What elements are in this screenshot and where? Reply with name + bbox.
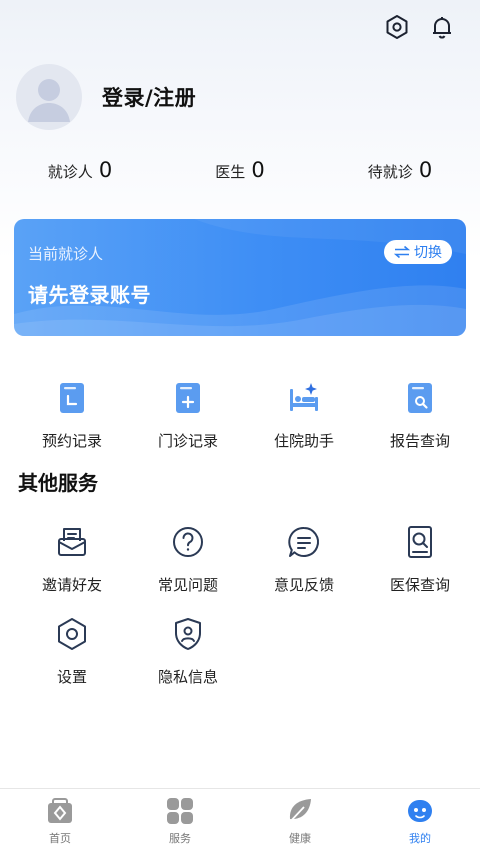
hospital-bed-icon <box>286 380 322 416</box>
faq-button[interactable]: 常见问题 <box>132 524 244 595</box>
stat-label: 就诊人 <box>47 163 93 181</box>
settings-icon <box>54 616 90 652</box>
grid-label: 医保查询 <box>389 576 450 594</box>
invite-friends-button[interactable]: 邀请好友 <box>16 524 128 595</box>
quick-actions-grid: 预约记录 门诊记录 住院助手 报告查询 <box>0 380 480 451</box>
feedback-chat-icon <box>286 524 322 560</box>
swap-arrows-icon <box>394 245 410 259</box>
medical-insurance-query-button[interactable]: 医保查询 <box>364 524 476 595</box>
grid-label: 意见反馈 <box>273 576 334 594</box>
bottom-tab-bar: 首页 服务 健康 我的 <box>0 788 480 854</box>
grid-label: 住院助手 <box>273 432 334 450</box>
invite-mail-icon <box>54 524 90 560</box>
insurance-search-icon <box>402 524 438 560</box>
stat-patients[interactable]: 就诊人 0 <box>0 158 160 190</box>
tab-label: 我的 <box>409 832 431 845</box>
other-services-row-2: 设置 隐私信息 <box>0 616 480 687</box>
services-grid-icon <box>167 798 193 824</box>
outpatient-record-button[interactable]: 门诊记录 <box>132 380 244 451</box>
privacy-shield-icon <box>170 616 206 652</box>
settings-icon[interactable] <box>382 12 412 42</box>
grid-label: 设置 <box>56 668 87 686</box>
stat-value: 0 <box>418 158 433 182</box>
grid-label: 邀请好友 <box>41 576 102 594</box>
tab-label: 首页 <box>49 832 71 845</box>
tab-home[interactable]: 首页 <box>0 789 120 854</box>
grid-label: 隐私信息 <box>157 668 218 686</box>
grid-label: 报告查询 <box>389 432 450 450</box>
report-search-icon <box>402 380 438 416</box>
question-icon <box>170 524 206 560</box>
bell-icon[interactable] <box>427 12 457 42</box>
stat-doctors[interactable]: 医生 0 <box>160 158 320 190</box>
outpatient-record-icon <box>170 380 206 416</box>
tab-label: 健康 <box>289 832 311 845</box>
appointment-record-button[interactable]: 预约记录 <box>16 380 128 451</box>
profile-face-icon <box>408 800 432 822</box>
grid-label: 预约记录 <box>41 432 102 450</box>
tab-services[interactable]: 服务 <box>120 789 240 854</box>
stat-value: 0 <box>98 158 113 182</box>
hospital-assistant-button[interactable]: 住院助手 <box>248 380 360 451</box>
settings-button[interactable]: 设置 <box>16 616 128 687</box>
card-title: 请先登录账号 <box>28 283 151 307</box>
appointment-record-icon <box>54 380 90 416</box>
other-services-row-1: 邀请好友 常见问题 意见反馈 医保查询 <box>0 524 480 595</box>
tab-mine[interactable]: 我的 <box>360 789 480 854</box>
stats-row: 就诊人 0 医生 0 待就诊 0 <box>0 158 480 190</box>
grid-label: 门诊记录 <box>157 432 218 450</box>
stat-pending-visits[interactable]: 待就诊 0 <box>320 158 480 190</box>
card-wave-decoration <box>14 219 466 336</box>
card-subtitle: 当前就诊人 <box>28 245 104 263</box>
profile-page: 登录/注册 就诊人 0 医生 0 待就诊 0 当前就诊人 请先登录账号 切换 预… <box>0 0 480 854</box>
privacy-info-button[interactable]: 隐私信息 <box>132 616 244 687</box>
health-leaf-icon <box>287 799 311 825</box>
report-query-button[interactable]: 报告查询 <box>364 380 476 451</box>
tab-label: 服务 <box>169 832 191 845</box>
login-register-link[interactable]: 登录/注册 <box>102 82 196 112</box>
stat-label: 医生 <box>215 163 246 181</box>
grid-label: 常见问题 <box>157 576 218 594</box>
current-patient-card[interactable]: 当前就诊人 请先登录账号 切换 <box>14 219 466 336</box>
switch-patient-button[interactable]: 切换 <box>384 240 452 264</box>
tab-health[interactable]: 健康 <box>240 789 360 854</box>
stat-value: 0 <box>251 158 265 182</box>
other-services-title: 其他服务 <box>18 471 98 495</box>
switch-label: 切换 <box>414 245 442 261</box>
feedback-button[interactable]: 意见反馈 <box>248 524 360 595</box>
stat-label: 待就诊 <box>367 163 413 181</box>
default-avatar-icon <box>28 79 70 122</box>
home-medkit-icon <box>48 798 72 823</box>
avatar[interactable] <box>16 64 82 130</box>
